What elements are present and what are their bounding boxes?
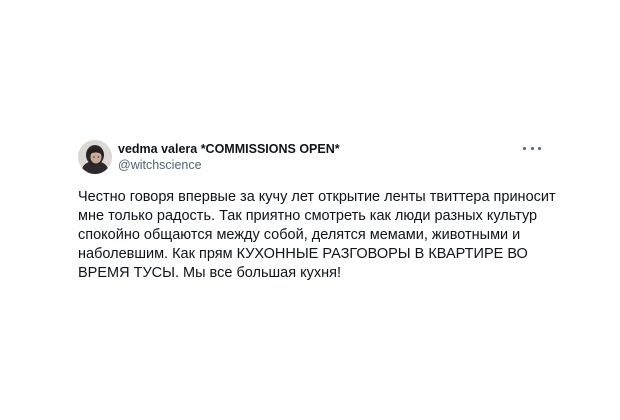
tweet-text-line: мне только радость. Так приятно смотреть… [78,208,538,224]
author-display-name[interactable]: vedma valera *COMMISSIONS OPEN* [118,142,340,157]
avatar-photo-icon [78,140,112,174]
avatar[interactable] [78,140,112,174]
more-dot [538,146,541,150]
author-handle[interactable]: @witchscience [118,158,340,173]
tweet-text: Честно говоря впервые за кучу лет открыт… [78,188,556,283]
more-dot [523,146,526,150]
more-dot [530,146,534,150]
author-names: vedma valera *COMMISSIONS OPEN* @witchsc… [118,142,340,173]
tweet-card: vedma valera *COMMISSIONS OPEN* @witchsc… [78,140,556,283]
tweet-text-line: Честно говоря впервые за кучу лет открыт… [78,189,556,205]
tweet-text-line: наболевшим. Как прям КУХОННЫЕ РАЗГОВОРЫ … [78,246,528,262]
tweet-header: vedma valera *COMMISSIONS OPEN* @witchsc… [78,140,548,180]
tweet-text-line: спокойно общаются между собой, делятся м… [78,227,521,243]
tweet-text-line: ВРЕМЯ ТУСЫ. Мы все большая кухня! [78,265,341,281]
more-options-icon[interactable] [523,142,541,154]
